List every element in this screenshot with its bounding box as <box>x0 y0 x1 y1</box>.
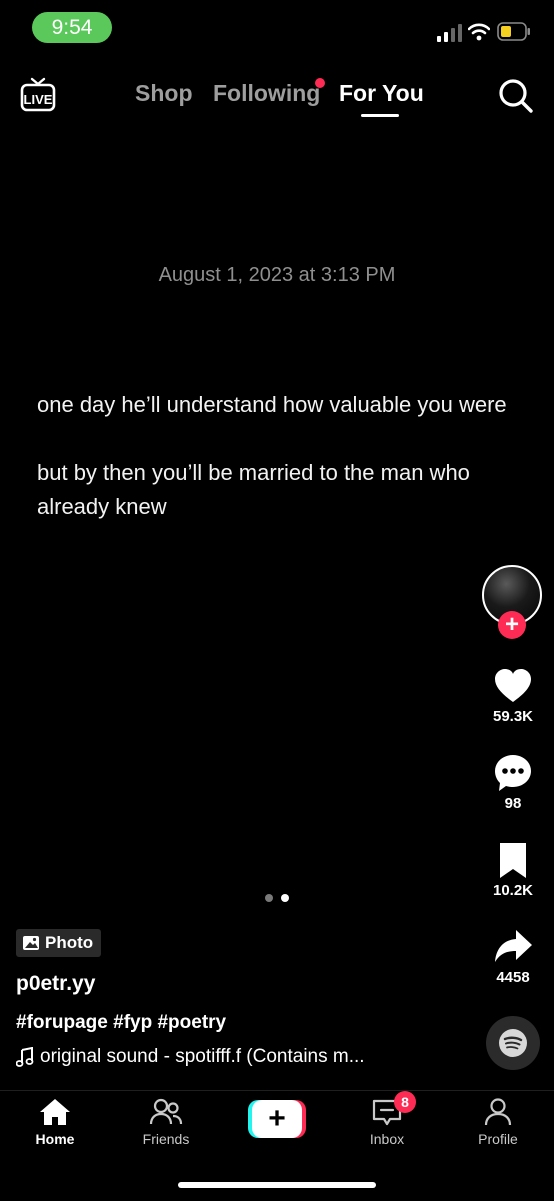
carousel-dot-active <box>281 894 289 902</box>
home-icon <box>40 1099 70 1125</box>
creator-username[interactable]: p0etr.yy <box>16 972 95 996</box>
create-button[interactable]: + <box>248 1100 306 1138</box>
following-notification-dot <box>315 78 325 88</box>
tab-friends[interactable]: Friends <box>126 1097 206 1147</box>
tab-profile-label: Profile <box>478 1131 518 1147</box>
home-indicator <box>178 1182 376 1188</box>
image-icon <box>23 936 39 950</box>
post-date: August 1, 2023 at 3:13 PM <box>158 264 396 286</box>
svg-text:LIVE: LIVE <box>24 92 53 107</box>
comment-count: 98 <box>504 795 522 812</box>
tab-home-label: Home <box>35 1131 75 1147</box>
carousel-dot <box>265 894 273 902</box>
profile-icon <box>484 1098 512 1126</box>
plus-icon: + <box>252 1100 302 1138</box>
tab-profile[interactable]: Profile <box>458 1097 538 1147</box>
friends-icon <box>149 1098 183 1125</box>
post-paragraph: but by then you’ll be married to the man… <box>37 460 470 519</box>
follow-plus-icon[interactable]: + <box>498 611 526 639</box>
tab-following[interactable]: Following <box>213 80 320 107</box>
tab-inbox-label: Inbox <box>369 1131 405 1147</box>
wifi-icon <box>468 23 490 41</box>
heart-icon[interactable] <box>492 665 534 707</box>
tab-for-you[interactable]: For You <box>339 80 424 107</box>
tab-shop[interactable]: Shop <box>135 80 193 107</box>
sound-link[interactable]: original sound - spotifff.f (Contains m.… <box>16 1046 436 1068</box>
tab-home[interactable]: Home <box>15 1097 95 1147</box>
share-count: 4458 <box>496 969 530 986</box>
share-icon[interactable] <box>492 926 534 968</box>
tab-friends-label: Friends <box>142 1131 190 1147</box>
music-note-icon <box>16 1047 34 1067</box>
music-disc[interactable] <box>486 1016 540 1070</box>
save-count: 10.2K <box>492 882 534 899</box>
comment-icon[interactable] <box>492 752 534 794</box>
post-text: one day he’ll understand how valuable yo… <box>37 388 507 558</box>
status-time: 9:54 <box>32 12 112 43</box>
sound-label: original sound - spotifff.f (Contains m.… <box>40 1046 365 1067</box>
inbox-badge: 8 <box>394 1091 416 1113</box>
active-tab-indicator <box>361 114 399 117</box>
post-hashtags[interactable]: #forupage #fyp #poetry <box>16 1012 226 1034</box>
post-paragraph: one day he’ll understand how valuable yo… <box>37 392 507 417</box>
live-icon[interactable]: LIVE <box>20 76 56 112</box>
cellular-signal-icon <box>437 24 462 42</box>
bookmark-icon[interactable] <box>492 840 534 882</box>
photo-badge-label: Photo <box>45 933 94 952</box>
spotify-icon <box>499 1029 527 1057</box>
search-icon[interactable] <box>497 77 535 115</box>
photo-badge: Photo <box>16 929 102 957</box>
battery-icon <box>497 22 530 41</box>
like-count: 59.3K <box>492 708 534 725</box>
